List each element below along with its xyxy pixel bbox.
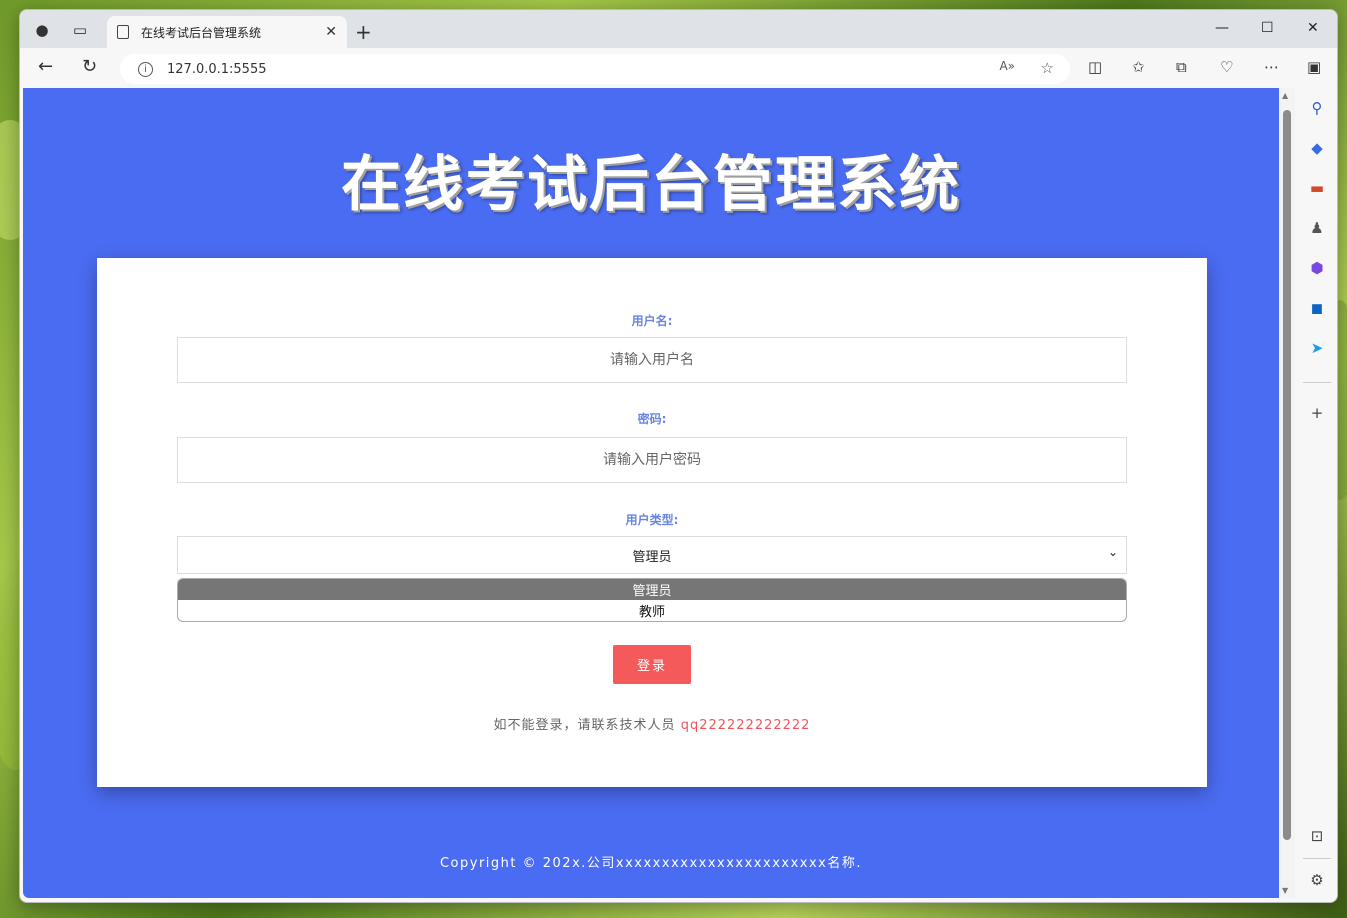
close-window-button[interactable]: ✕ — [1307, 20, 1319, 36]
tools-icon[interactable]: ▬ — [1307, 178, 1327, 198]
tab-close-icon[interactable]: ✕ — [325, 24, 337, 40]
username-input[interactable] — [177, 337, 1127, 383]
minimize-button[interactable]: — — [1215, 20, 1229, 36]
games-icon[interactable]: ♟ — [1307, 218, 1327, 238]
microsoft365-icon[interactable]: ⬢ — [1307, 258, 1327, 278]
send-icon[interactable]: ➤ — [1307, 338, 1327, 358]
help-qq-contact[interactable]: qq222222222222 — [681, 718, 811, 733]
scroll-down-icon[interactable]: ▼ — [1282, 886, 1288, 895]
profile-icon[interactable]: ● — [30, 18, 54, 42]
outlook-icon[interactable]: ◼ — [1307, 298, 1327, 318]
scrollbar-thumb[interactable] — [1283, 110, 1291, 840]
more-menu-icon[interactable]: ⋯ — [1264, 58, 1279, 76]
tab-bar: ● ▭ 在线考试后台管理系统 ✕ + — ☐ ✕ — [20, 10, 1337, 48]
edge-sidebar: ⚲ ◆ ▬ ♟ ⬢ ◼ ➤ + ⊡ ⚙ — [1295, 88, 1337, 902]
chevron-down-icon: ⌄ — [1107, 545, 1118, 559]
tab-title: 在线考试后台管理系统 — [141, 25, 262, 40]
read-aloud-icon[interactable]: A» — [999, 59, 1015, 73]
usertype-dropdown-list: 管理员 教师 — [177, 578, 1127, 622]
page-title: 在线考试后台管理系统 — [341, 150, 961, 220]
username-label: 用户名: — [631, 314, 673, 328]
browser-essentials-icon[interactable]: ♡ — [1220, 58, 1233, 76]
new-tab-button[interactable]: + — [355, 20, 372, 44]
active-tab[interactable]: 在线考试后台管理系统 ✕ — [107, 16, 347, 48]
usertype-label: 用户类型: — [625, 513, 679, 527]
url-text: 127.0.0.1:5555 — [167, 61, 267, 77]
sidebar-toggle-icon[interactable]: ▣ — [1307, 58, 1321, 76]
search-icon[interactable]: ⚲ — [1307, 98, 1327, 118]
refresh-icon[interactable]: ↻ — [82, 56, 97, 77]
sidebar-divider-bottom — [1303, 858, 1331, 859]
usertype-option-teacher[interactable]: 教师 — [178, 600, 1126, 621]
page-viewport: 在线考试后台管理系统 用户名: 密码: 用户类型: 管理员 ⌄ 管理员 教师 登… — [23, 88, 1279, 898]
password-label: 密码: — [637, 412, 667, 426]
collections-icon[interactable]: ⧉ — [1176, 58, 1187, 76]
usertype-select[interactable]: 管理员 ⌄ — [177, 536, 1127, 574]
vertical-scrollbar[interactable]: ▲ ▼ — [1279, 88, 1295, 898]
scroll-up-icon[interactable]: ▲ — [1282, 91, 1288, 100]
sidebar-divider — [1303, 382, 1331, 383]
browser-window: ● ▭ 在线考试后台管理系统 ✕ + — ☐ ✕ ← ↻ i 127.0.0.1… — [19, 9, 1338, 903]
maximize-button[interactable]: ☐ — [1261, 20, 1274, 36]
usertype-selected-value: 管理员 — [632, 549, 672, 565]
page-icon — [117, 25, 129, 39]
usertype-option-admin[interactable]: 管理员 — [178, 579, 1126, 600]
site-info-icon[interactable]: i — [138, 61, 153, 77]
toolbar: ← ↻ i 127.0.0.1:5555 A» ☆ ◫ ✩ ⧉ ♡ ⋯ ▣ — [20, 48, 1337, 88]
screenshot-icon[interactable]: ⊡ — [1307, 826, 1327, 846]
shopping-tag-icon[interactable]: ◆ — [1307, 138, 1327, 158]
help-text: 如不能登录，请联系技术人员 qq222222222222 — [97, 714, 1207, 733]
favorites-icon[interactable]: ✩ — [1132, 58, 1145, 76]
help-message: 如不能登录，请联系技术人员 — [493, 718, 676, 733]
add-icon[interactable]: + — [1307, 403, 1327, 423]
address-bar[interactable]: i 127.0.0.1:5555 A» ☆ — [120, 54, 1070, 84]
back-icon[interactable]: ← — [38, 56, 53, 77]
settings-gear-icon[interactable]: ⚙ — [1307, 870, 1327, 890]
copyright-footer: Copyright © 202x.公司xxxxxxxxxxxxxxxxxxxxx… — [439, 856, 862, 871]
split-screen-icon[interactable]: ◫ — [1088, 58, 1102, 76]
tab-actions-icon[interactable]: ▭ — [68, 18, 92, 42]
favorite-star-icon[interactable]: ☆ — [1041, 59, 1054, 77]
password-input[interactable] — [177, 437, 1127, 483]
login-card: 用户名: 密码: 用户类型: 管理员 ⌄ 管理员 教师 登录 如不能登录，请联系… — [97, 258, 1207, 787]
login-button[interactable]: 登录 — [613, 645, 691, 684]
